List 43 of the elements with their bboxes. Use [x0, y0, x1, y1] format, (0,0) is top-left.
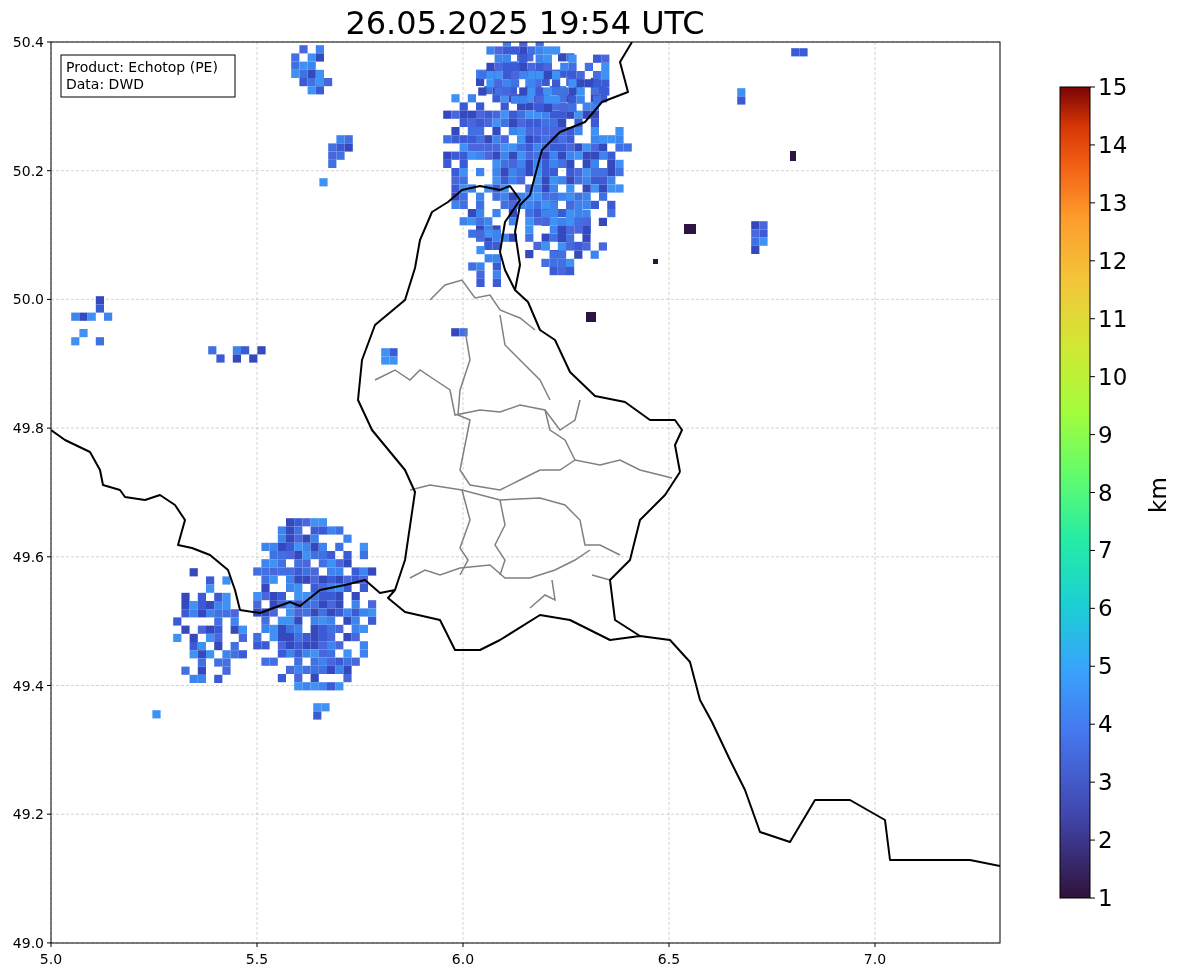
colorbar-tick-label: 14 [1098, 131, 1128, 158]
radar-echo-cluster [313, 703, 330, 720]
axis-tick-label: 6.5 [657, 951, 681, 967]
colorbar-tick-label: 5 [1098, 653, 1113, 680]
radar-echo-cluster [381, 348, 398, 365]
radar-echo-cluster [328, 135, 353, 168]
axis-tick-label: 49.8 [12, 420, 44, 437]
colorbar-tick-label: 11 [1098, 305, 1128, 332]
radar-echo-cluster [737, 88, 746, 105]
axis-tick-label: 50.2 [12, 162, 44, 179]
colorbar-tick-label: 6 [1098, 595, 1113, 622]
axis-tick-label: 5.0 [39, 951, 63, 967]
colorbar-tick-label: 1 [1098, 885, 1113, 911]
radar-echo-cluster [208, 346, 266, 363]
colorbar-tick-label: 3 [1098, 769, 1113, 796]
radar-echo-cluster [451, 328, 468, 337]
radar-echo-cluster [791, 48, 808, 57]
axis-tick-label: 5.5 [245, 951, 269, 967]
radar-echo-cluster [152, 710, 161, 719]
colorbar-tick-label: 15 [1098, 74, 1128, 100]
annotation-text: Product: Echotop (PE) [66, 59, 218, 75]
radar-echo-cluster [71, 296, 113, 346]
axis-tick-label: 6.0 [451, 951, 475, 967]
axis-tick-label: 50.0 [12, 291, 44, 308]
colorbar-tick-label: 2 [1098, 827, 1113, 854]
colorbar-tick-label: 13 [1098, 189, 1128, 216]
chart-title: 26.05.2025 19:54 UTC [345, 4, 705, 42]
colorbar-tick-label: 9 [1098, 421, 1113, 448]
colorbar-tick-label: 10 [1098, 363, 1128, 390]
axis-tick-label: 50.4 [12, 34, 44, 50]
radar-echo-cluster [291, 45, 333, 95]
axis-tick-label: 49.6 [12, 548, 44, 565]
annotation-text: Data: DWD [66, 76, 144, 92]
colorbar-tick-label: 12 [1098, 247, 1128, 274]
colorbar-tick-label: 8 [1098, 479, 1113, 506]
axis-tick-label: 49.4 [12, 677, 44, 694]
radar-echo-cluster [319, 178, 328, 187]
axis-tick-label: 7.0 [863, 951, 887, 967]
colorbar-tick-label: 4 [1098, 711, 1113, 738]
colorbar-label: km [1145, 477, 1171, 513]
axis-tick-label: 49.2 [12, 806, 44, 823]
colorbar-tick-label: 7 [1098, 537, 1113, 564]
axis-tick-label: 49.0 [12, 934, 44, 951]
